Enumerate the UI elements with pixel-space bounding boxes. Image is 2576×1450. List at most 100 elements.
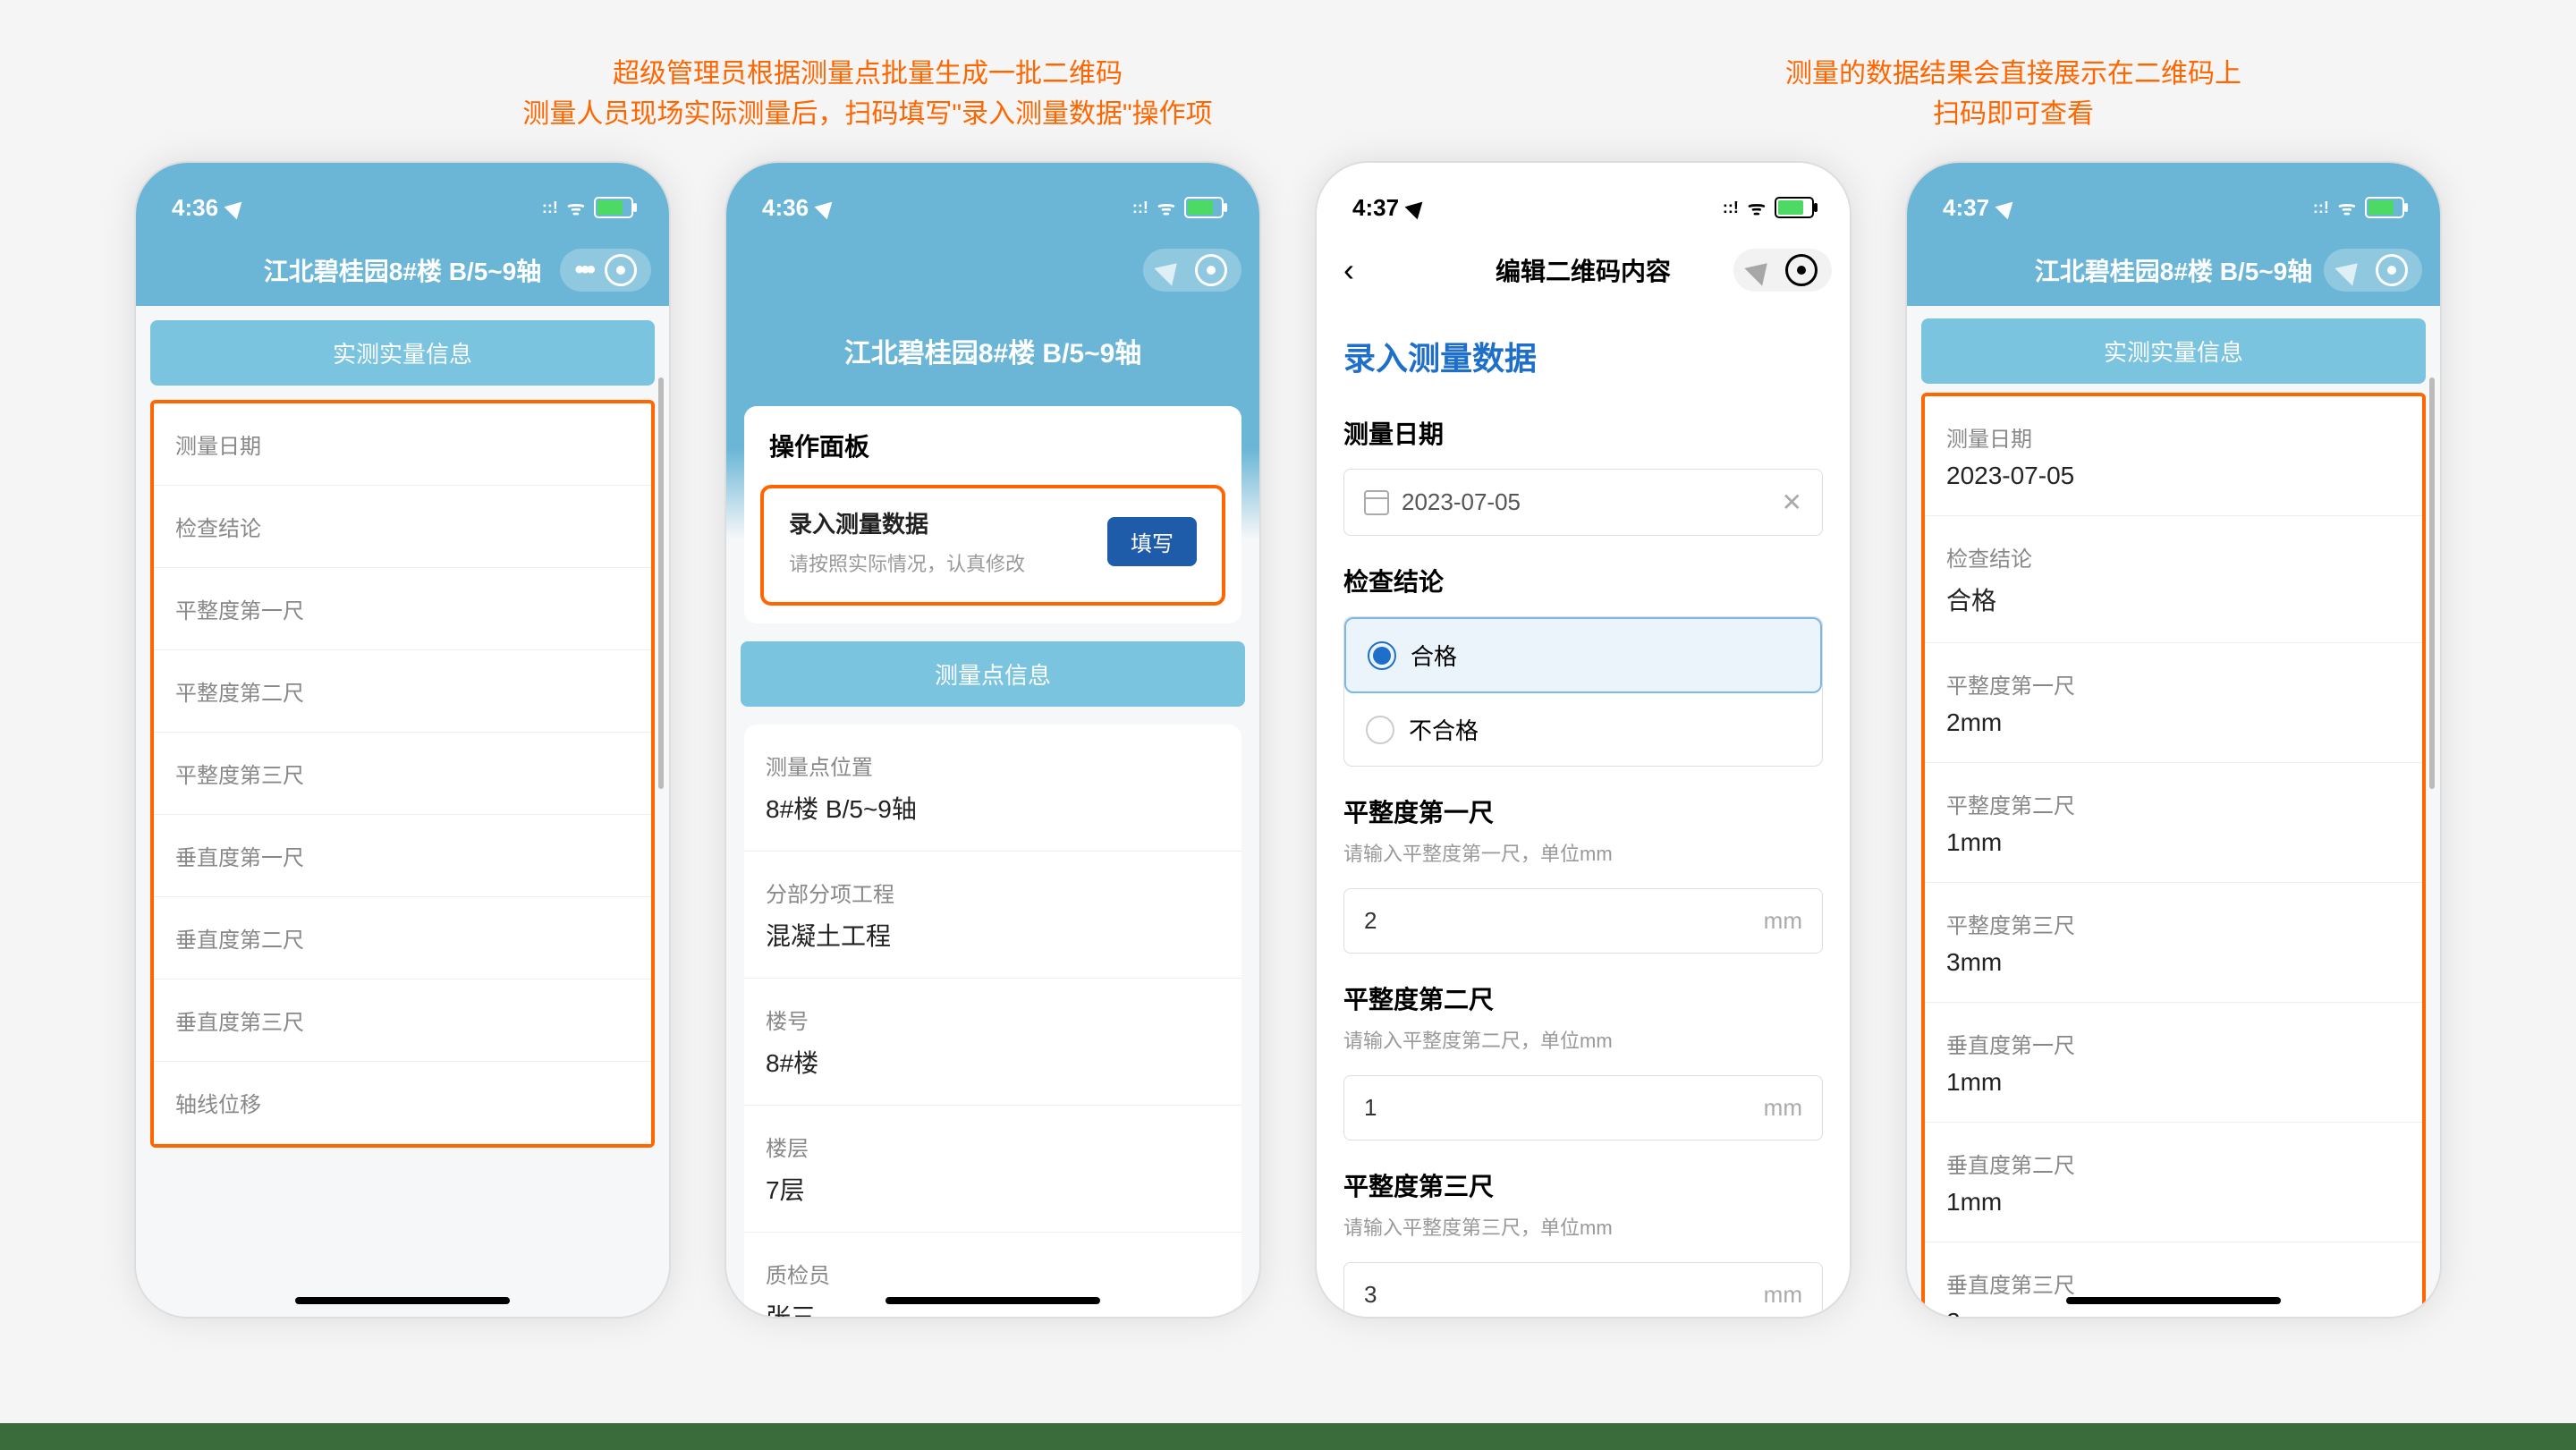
row-label: 垂直度第三尺 xyxy=(1946,1268,2401,1299)
target-icon[interactable] xyxy=(605,254,637,286)
content: 江北碧桂园8#楼 B/5~9轴 操作面板 录入测量数据 请按照实际情况，认真修改… xyxy=(726,306,1259,1317)
wifi-icon: ᯤ xyxy=(1157,194,1175,221)
f2-label: 平整度第二尺 xyxy=(1317,962,1850,1025)
date-input[interactable]: 2023-07-05 ✕ xyxy=(1343,469,1823,536)
row-label: 平整度第二尺 xyxy=(1946,788,2401,819)
row-label: 垂直度第三尺 xyxy=(175,1005,630,1036)
clear-icon[interactable]: ✕ xyxy=(1782,488,1802,517)
nav-actions[interactable] xyxy=(2324,249,2422,292)
f2-input[interactable]: 1mm xyxy=(1343,1075,1823,1140)
caption-right: 测量的数据结果会直接展示在二维码上 扫码即可查看 xyxy=(1594,54,2433,134)
row-value: 3mm xyxy=(1946,948,2401,977)
row-label: 平整度第一尺 xyxy=(1946,668,2401,700)
f3-value: 3 xyxy=(1364,1281,1764,1309)
caption-left-l1: 超级管理员根据测量点批量生成一批二维码 xyxy=(268,54,1467,94)
send-icon[interactable] xyxy=(1744,254,1775,285)
info-row: 分部分项工程混凝土工程 xyxy=(744,852,1241,979)
result-row: 测量日期2023-07-05 xyxy=(1925,396,2422,516)
send-icon[interactable] xyxy=(2334,254,2366,285)
form-row: 平整度第一尺 xyxy=(154,568,651,650)
nav-bar: 江北碧桂园8#楼 B/5~9轴 xyxy=(1907,234,2440,306)
signal-icon: ::! xyxy=(1723,199,1739,217)
phone-4: 4:37 ::!ᯤ 江北碧桂园8#楼 B/5~9轴 实测实量信息 测量日期202… xyxy=(1905,161,2442,1319)
form-row: 垂直度第三尺 xyxy=(154,979,651,1062)
status-bar: 4:36 ::!ᯤ xyxy=(136,163,669,234)
nav-actions[interactable] xyxy=(1733,249,1832,292)
captions-row: 超级管理员根据测量点批量生成一批二维码 测量人员现场实际测量后，扫码填写"录入测… xyxy=(0,0,2576,161)
row-value: 合格 xyxy=(1946,581,2401,617)
home-indicator xyxy=(295,1297,510,1304)
radio-pass[interactable]: 合格 xyxy=(1344,617,1822,693)
status-right: ::!ᯤ xyxy=(1723,194,1814,221)
date-label: 测量日期 xyxy=(1317,397,1850,460)
row-label: 检查结论 xyxy=(175,511,630,542)
f1-input[interactable]: 2mm xyxy=(1343,888,1823,954)
row-value: 7层 xyxy=(766,1171,1220,1207)
battery-icon xyxy=(1184,197,1224,218)
status-bar: 4:37 ::!ᯤ xyxy=(1907,163,2440,234)
result-row: 检查结论合格 xyxy=(1925,516,2422,643)
nav-bar: ‹ 编辑二维码内容 xyxy=(1317,234,1850,306)
form-title: 录入测量数据 xyxy=(1317,306,1850,397)
signal-icon: ::! xyxy=(542,199,558,217)
form-row: 测量日期 xyxy=(154,403,651,486)
result-row: 垂直度第二尺1mm xyxy=(1925,1123,2422,1242)
row-label: 平整度第三尺 xyxy=(1946,908,2401,939)
send-icon[interactable] xyxy=(1154,254,1185,285)
f2-sub: 请输入平整度第二尺，单位mm xyxy=(1317,1025,1850,1066)
f3-input[interactable]: 3mm xyxy=(1343,1262,1823,1317)
more-icon[interactable]: ••• xyxy=(574,255,592,285)
panel-item: 录入测量数据 请按照实际情况，认真修改 填写 xyxy=(764,488,1222,602)
wifi-icon: ᯤ xyxy=(567,194,585,221)
footer-bar xyxy=(0,1423,2576,1450)
scrollbar[interactable] xyxy=(658,377,664,789)
calendar-icon xyxy=(1364,490,1389,515)
radio-fail[interactable]: 不合格 xyxy=(1344,693,1822,766)
section-header: 实测实量信息 xyxy=(150,320,655,386)
target-icon[interactable] xyxy=(2376,254,2408,286)
target-icon[interactable] xyxy=(1195,254,1227,286)
form-row: 垂直度第二尺 xyxy=(154,897,651,979)
row-value: 混凝土工程 xyxy=(766,917,1220,953)
status-right: ::! ᯤ xyxy=(542,194,633,221)
result-row: 平整度第二尺 1mm xyxy=(1925,763,2422,883)
row-value: 2mm xyxy=(1946,1308,2401,1317)
nav-actions[interactable] xyxy=(1143,249,1241,292)
row-label: 测量日期 xyxy=(1946,421,2401,453)
scrollbar[interactable] xyxy=(2429,377,2435,789)
info-row: 楼层7层 xyxy=(744,1106,1241,1233)
item-sub: 请按照实际情况，认真修改 xyxy=(789,548,1025,577)
nav-actions[interactable]: ••• xyxy=(560,249,651,292)
status-right: ::!ᯤ xyxy=(1132,194,1224,221)
status-bar: 4:37 ::!ᯤ xyxy=(1317,163,1850,234)
f1-sub: 请输入平整度第一尺，单位mm xyxy=(1317,838,1850,879)
f3-sub: 请输入平整度第三尺，单位mm xyxy=(1317,1212,1850,1253)
row-value: 1mm xyxy=(1946,828,2401,857)
info-row: 测量点位置8#楼 B/5~9轴 xyxy=(744,725,1241,852)
date-value: 2023-07-05 xyxy=(1402,488,1521,516)
radio-label: 合格 xyxy=(1411,639,1457,672)
panel-title: 操作面板 xyxy=(744,406,1241,472)
row-label: 垂直度第一尺 xyxy=(1946,1028,2401,1059)
caption-left: 超级管理员根据测量点批量生成一批二维码 测量人员现场实际测量后，扫码填写"录入测… xyxy=(268,54,1467,134)
row-label: 平整度第二尺 xyxy=(175,675,630,707)
row-value: 1mm xyxy=(1946,1068,2401,1097)
item-title: 录入测量数据 xyxy=(789,506,1025,539)
form-row: 轴线位移 xyxy=(154,1062,651,1144)
location-icon xyxy=(815,196,839,220)
unit: mm xyxy=(1764,1094,1802,1122)
caption-right-l2: 扫码即可查看 xyxy=(1594,94,2433,134)
phone-3: 4:37 ::!ᯤ ‹ 编辑二维码内容 录入测量数据 测量日期 2023-07-… xyxy=(1315,161,1852,1319)
operation-panel: 操作面板 录入测量数据 请按照实际情况，认真修改 填写 xyxy=(744,406,1241,623)
target-icon[interactable] xyxy=(1785,254,1818,286)
row-label: 检查结论 xyxy=(1946,541,2401,572)
f2-value: 1 xyxy=(1364,1094,1764,1122)
battery-icon xyxy=(1775,197,1814,218)
f1-label: 平整度第一尺 xyxy=(1317,776,1850,838)
row-label: 质检员 xyxy=(766,1258,1220,1289)
back-icon[interactable]: ‹ xyxy=(1343,251,1354,289)
row-label: 垂直度第二尺 xyxy=(1946,1148,2401,1179)
fill-button[interactable]: 填写 xyxy=(1107,517,1197,566)
highlighted-form: 测量日期2023-07-05检查结论合格平整度第一尺2mm平整度第二尺1mm平整… xyxy=(1921,393,2426,1317)
status-bar: 4:36 ::!ᯤ xyxy=(726,163,1259,234)
